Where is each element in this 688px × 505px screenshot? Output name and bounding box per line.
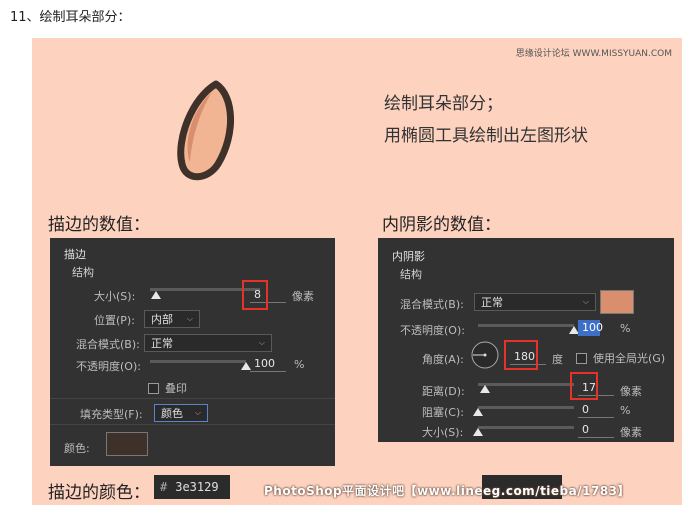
distance-label: 距离(D): xyxy=(422,385,465,398)
choke-slider[interactable] xyxy=(478,406,574,409)
choke-slider-thumb[interactable] xyxy=(473,408,483,416)
angle-highlight xyxy=(504,340,538,370)
inner-shadow-group-title: 结构 xyxy=(400,268,422,281)
intro-line-1: 绘制耳朵部分； xyxy=(384,94,503,114)
stroke-color-hex-field[interactable]: # 3e3129 xyxy=(154,475,230,499)
chevron-down-icon: ⌵ xyxy=(258,338,265,347)
fill-type-select[interactable]: 颜色 ⌵ xyxy=(154,404,208,422)
chevron-down-icon: ⌵ xyxy=(186,314,193,323)
stroke-opacity-label: 不透明度(O): xyxy=(76,360,141,373)
divider xyxy=(50,398,335,399)
choke-input[interactable]: 0 xyxy=(578,402,614,418)
watermark-top: 思缘设计论坛 WWW.MISSYUAN.COM xyxy=(515,49,672,59)
chevron-down-icon: ⌵ xyxy=(582,297,589,306)
stroke-position-label: 位置(P): xyxy=(94,314,135,327)
stroke-group-title: 结构 xyxy=(72,266,94,279)
stroke-section-label: 描边的数值： xyxy=(48,215,150,235)
stroke-size-highlight xyxy=(242,280,268,310)
choke-unit: % xyxy=(620,404,631,417)
stroke-blend-label: 混合模式(B): xyxy=(76,338,140,351)
distance-slider[interactable] xyxy=(478,383,574,386)
stroke-blend-select[interactable]: 正常 ⌵ xyxy=(144,334,272,352)
stroke-opacity-slider[interactable] xyxy=(150,360,246,363)
global-light-label: 使用全局光(G) xyxy=(593,352,666,365)
stroke-size-label: 大小(S): xyxy=(94,290,136,303)
illustration-canvas: 思缘设计论坛 WWW.MISSYUAN.COM 绘制耳朵部分； 用椭圆工具绘制出… xyxy=(32,38,682,505)
inner-shadow-opacity-input[interactable]: 100 xyxy=(578,320,603,336)
stroke-size-slider-thumb[interactable] xyxy=(150,291,161,299)
inner-shadow-opacity-slider[interactable] xyxy=(478,324,574,327)
ear-illustration xyxy=(177,80,234,181)
distance-slider-thumb[interactable] xyxy=(479,385,490,393)
stroke-opacity-input[interactable]: 100 xyxy=(250,356,286,372)
divider xyxy=(50,424,335,425)
choke-label: 阻塞(C): xyxy=(422,406,464,419)
chevron-down-icon: ⌵ xyxy=(194,408,201,417)
inner-shadow-panel-title: 内阴影 xyxy=(392,250,425,263)
inner-shadow-opacity-label: 不透明度(O): xyxy=(400,324,465,337)
global-light-checkbox[interactable] xyxy=(576,352,587,364)
hash-label: # xyxy=(160,480,168,494)
inner-shadow-blend-value: 正常 xyxy=(481,296,503,309)
intro-text: 绘制耳朵部分； 用椭圆工具绘制出左图形状 xyxy=(384,88,588,152)
stroke-color-label: 颜色: xyxy=(64,442,90,455)
inner-shadow-size-label: 大小(S): xyxy=(422,426,464,439)
angle-label: 角度(A): xyxy=(422,353,464,366)
inner-shadow-blend-select[interactable]: 正常 ⌵ xyxy=(474,293,596,311)
distance-unit: 像素 xyxy=(620,385,642,398)
stroke-color-hex-value: 3e3129 xyxy=(175,480,219,494)
overprint-label: 叠印 xyxy=(165,382,187,395)
inner-shadow-section-label: 内阴影的数值： xyxy=(382,215,501,235)
angle-dial[interactable] xyxy=(470,340,500,370)
stroke-color-section-label: 描边的颜色： xyxy=(48,483,150,503)
stroke-size-unit: 像素 xyxy=(292,290,314,303)
stroke-opacity-unit: % xyxy=(294,358,305,371)
inner-shadow-size-slider-thumb[interactable] xyxy=(473,428,483,436)
inner-shadow-color-swatch[interactable] xyxy=(600,290,634,314)
watermark-bottom: PhotoShop平面设计吧【www.lineeg.com/tieba/1783… xyxy=(264,484,631,498)
fill-type-value: 颜色 xyxy=(161,407,183,420)
distance-highlight xyxy=(570,372,598,400)
inner-shadow-size-input[interactable]: 0 xyxy=(578,422,614,438)
stroke-color-swatch[interactable] xyxy=(106,432,148,456)
inner-shadow-blend-label: 混合模式(B): xyxy=(400,298,464,311)
overprint-checkbox[interactable] xyxy=(148,382,159,394)
stroke-position-select[interactable]: 内部 ⌵ xyxy=(144,310,200,328)
inner-shadow-opacity-unit: % xyxy=(620,322,631,335)
stroke-panel-title: 描边 xyxy=(64,248,86,261)
stroke-position-value: 内部 xyxy=(151,313,173,326)
step-title: 11、绘制耳朵部分： xyxy=(10,10,131,25)
stroke-panel: 描边 结构 大小(S): 8 像素 位置(P): 内部 ⌵ 混合模式(B): 正常… xyxy=(50,238,335,466)
intro-line-2: 用椭圆工具绘制出左图形状 xyxy=(384,126,588,146)
inner-shadow-size-unit: 像素 xyxy=(620,426,642,439)
angle-unit: 度 xyxy=(552,353,563,366)
fill-type-label: 填充类型(F): xyxy=(80,408,143,421)
inner-shadow-size-slider[interactable] xyxy=(478,426,574,429)
stroke-blend-value: 正常 xyxy=(151,337,173,350)
inner-shadow-panel: 内阴影 结构 混合模式(B): 正常 ⌵ 不透明度(O): 100 % 角度(A)… xyxy=(378,238,674,442)
